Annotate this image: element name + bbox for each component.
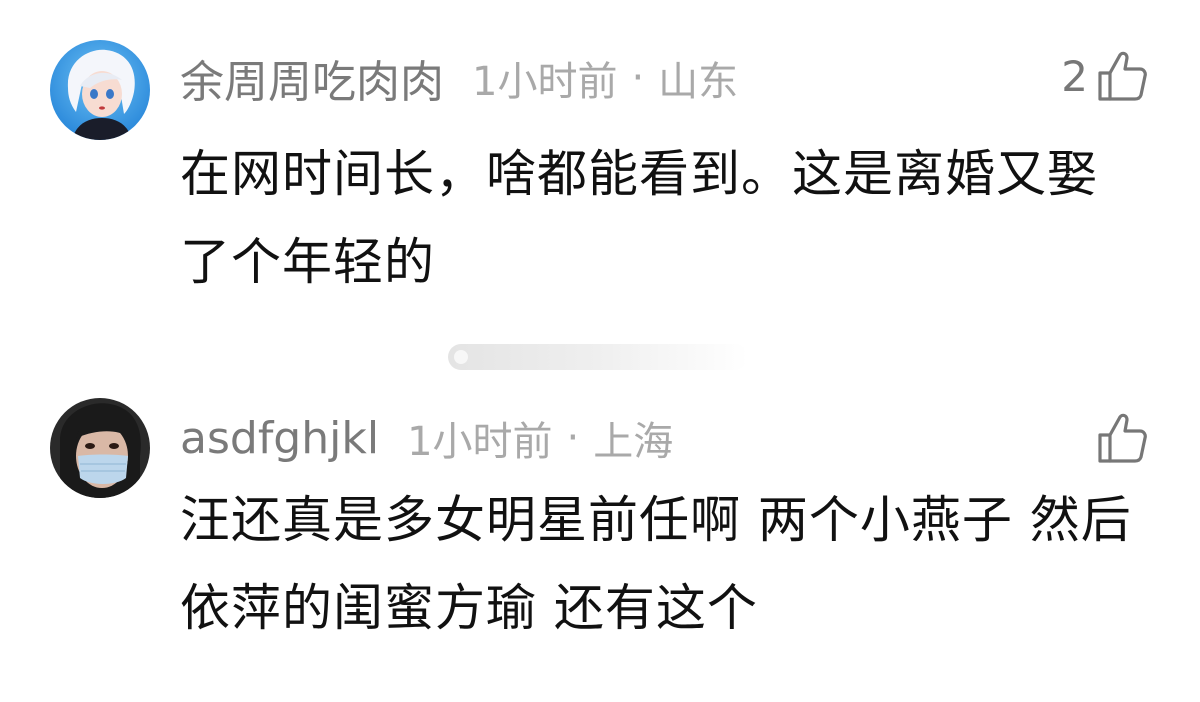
comment-item: 余周周吃肉肉 1小时前 · 山东 2 在网时间长，啥都能看到。这是离婚又娶了个年… bbox=[0, 0, 1200, 330]
comment-item: asdfghjkl 1小时前 · 上海 汪还真是多女明星前任啊 两个小燕子 然后… bbox=[0, 380, 1200, 702]
like-count: 2 bbox=[1061, 51, 1088, 101]
comment-meta: 余周周吃肉肉 1小时前 · 山东 bbox=[180, 48, 738, 108]
thumbs-up-icon[interactable] bbox=[1096, 411, 1148, 465]
user-avatar[interactable] bbox=[50, 40, 150, 140]
like-button[interactable] bbox=[1088, 408, 1148, 468]
comment-text: 在网时间长，啥都能看到。这是离婚又娶了个年轻的 bbox=[180, 145, 1098, 291]
user-avatar[interactable] bbox=[50, 398, 150, 498]
like-button[interactable]: 2 bbox=[1061, 46, 1148, 106]
masked-person-avatar-icon bbox=[50, 398, 150, 498]
anime-girl-avatar-icon bbox=[50, 40, 150, 140]
comment-text: 汪还真是多女明星前任啊 两个小燕子 然后依萍的闺蜜方瑜 还有这个 bbox=[180, 491, 1132, 637]
username[interactable]: asdfghjkl bbox=[180, 413, 379, 464]
meta-separator: · bbox=[566, 415, 580, 461]
timestamp: 1小时前 bbox=[472, 59, 618, 105]
reply-preview-bar[interactable] bbox=[448, 344, 748, 370]
timestamp: 1小时前 bbox=[407, 419, 553, 465]
comment-meta: asdfghjkl 1小时前 · 上海 bbox=[180, 408, 673, 468]
location: 上海 bbox=[593, 419, 674, 465]
thumbs-up-icon[interactable] bbox=[1096, 49, 1148, 103]
username[interactable]: 余周周吃肉肉 bbox=[180, 46, 444, 110]
meta-separator: · bbox=[631, 55, 645, 101]
location: 山东 bbox=[658, 59, 739, 105]
reply-indicator-icon bbox=[454, 350, 468, 364]
